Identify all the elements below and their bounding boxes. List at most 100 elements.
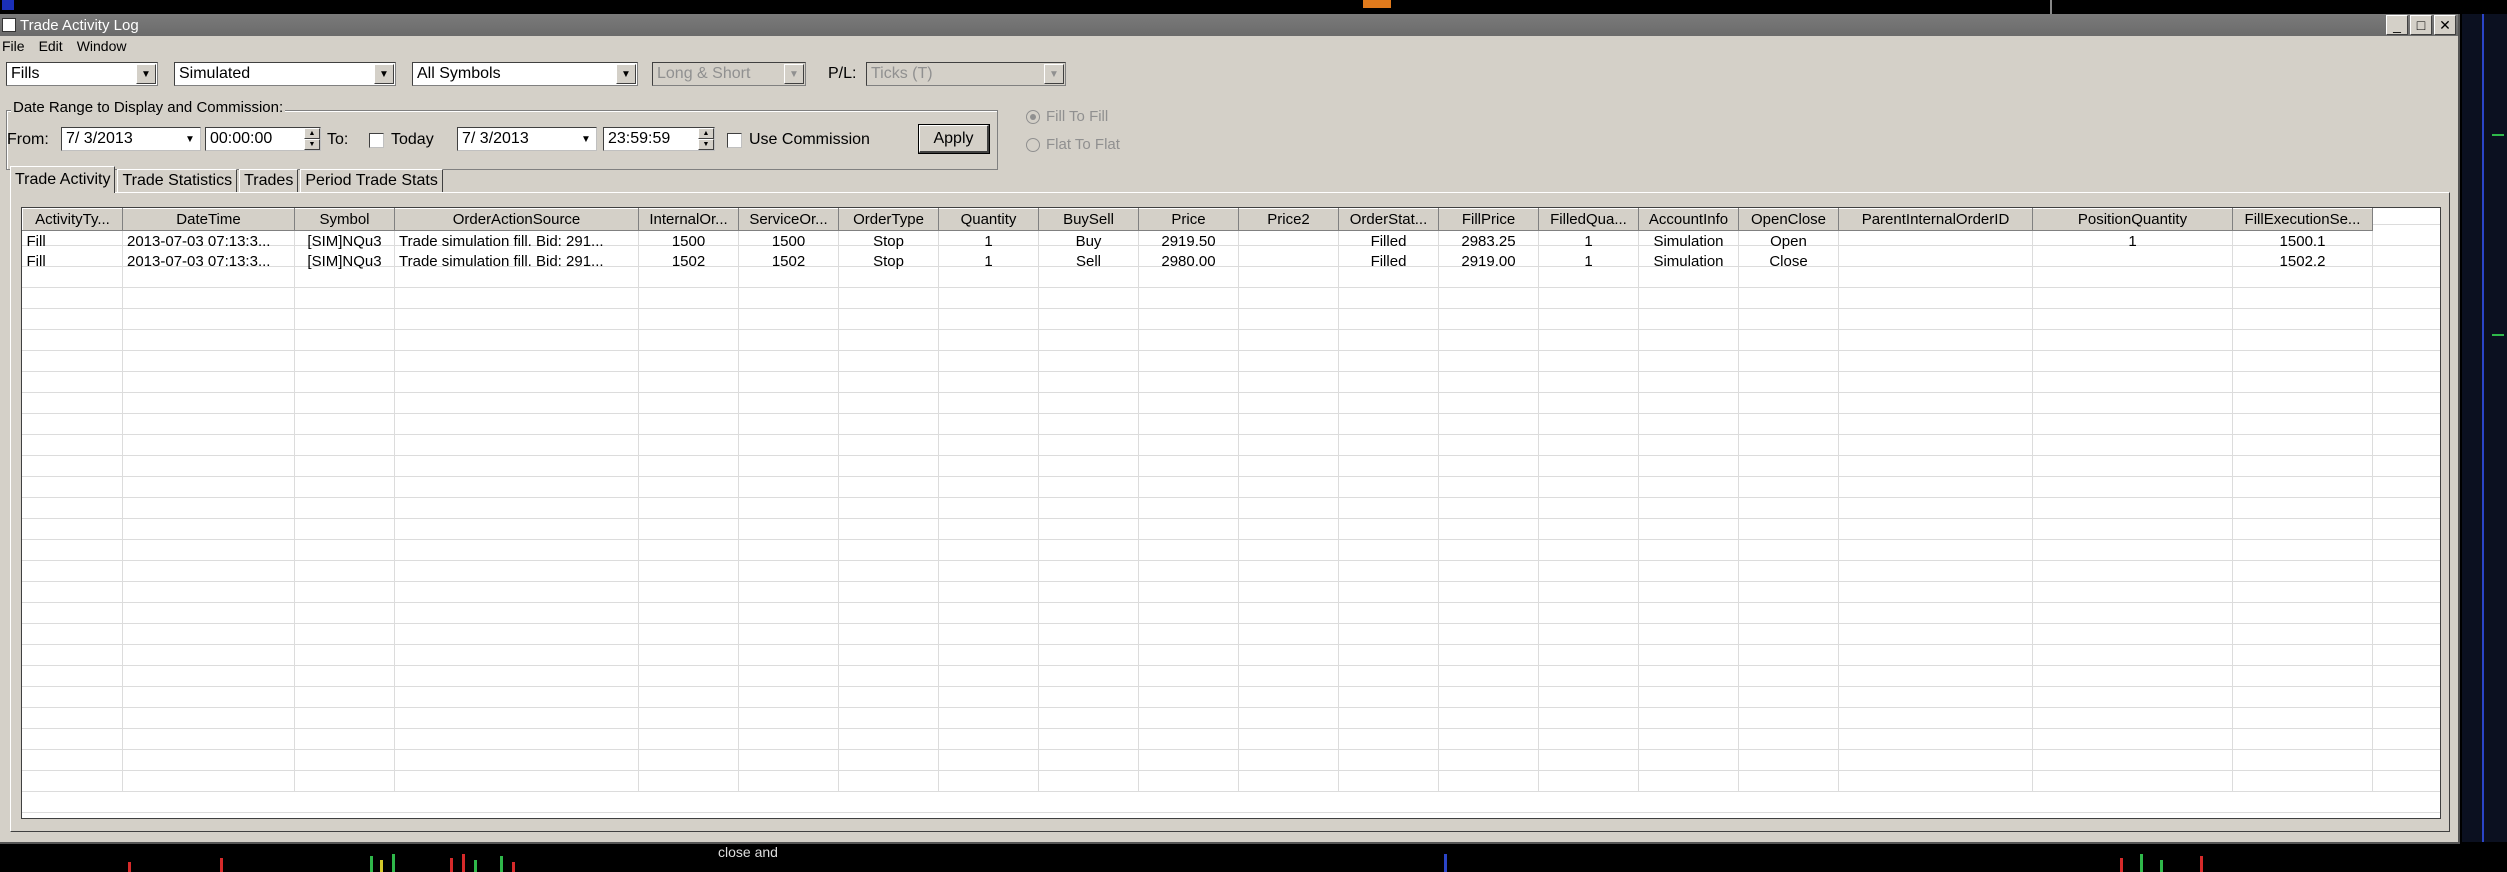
table-cell xyxy=(1238,611,1339,631)
table-cell xyxy=(1338,331,1439,351)
column-header[interactable]: AccountInfo xyxy=(1638,208,1739,231)
table-cell xyxy=(1638,371,1739,391)
tab-trades[interactable]: Trades xyxy=(239,169,299,192)
table-cell xyxy=(2032,671,2233,691)
column-header[interactable]: OrderStat... xyxy=(1338,208,1439,231)
use-commission-checkbox[interactable] xyxy=(727,133,742,148)
chart-bar xyxy=(2200,856,2203,872)
table-cell xyxy=(738,751,839,771)
table-cell xyxy=(1838,431,2033,451)
table-cell xyxy=(294,311,395,331)
table-row[interactable]: Fill 2013-07-03 07:13:3... [SIM]NQu3 Trade … xyxy=(22,230,2373,251)
column-header[interactable]: ParentInternalOrderID xyxy=(1838,208,2033,231)
apply-button[interactable]: Apply xyxy=(918,124,990,154)
column-header[interactable]: DateTime xyxy=(122,208,295,231)
table-cell xyxy=(1838,631,2033,651)
chevron-down-icon[interactable]: ▼ xyxy=(577,129,595,149)
activity-type-select[interactable]: Fills ▼ xyxy=(6,62,158,86)
table-cell xyxy=(1538,471,1639,491)
menu-window[interactable]: Window xyxy=(75,38,135,54)
table-cell xyxy=(1238,671,1339,691)
table-cell xyxy=(2032,771,2233,791)
menu-file[interactable]: File xyxy=(0,38,33,54)
table-cell xyxy=(1538,291,1639,311)
to-time-field[interactable]: 23:59:59 ▲ ▼ xyxy=(603,127,715,151)
table-cell xyxy=(738,551,839,571)
table-cell xyxy=(2032,431,2233,451)
pl-label: P/L: xyxy=(828,65,857,82)
close-button[interactable]: ✕ xyxy=(2434,15,2456,35)
table-cell xyxy=(1338,651,1439,671)
table-cell xyxy=(122,711,295,731)
column-header[interactable]: Quantity xyxy=(938,208,1039,231)
column-header[interactable]: ActivityTy... xyxy=(22,208,123,231)
table-cell xyxy=(2232,471,2373,491)
table-cell xyxy=(1738,311,1839,331)
table-cell xyxy=(638,311,739,331)
table-cell xyxy=(1338,511,1439,531)
menu-edit[interactable]: Edit xyxy=(37,38,71,54)
table-cell xyxy=(738,611,839,631)
table-cell xyxy=(1138,751,1239,771)
table-cell xyxy=(1838,771,2033,791)
table-cell xyxy=(394,271,639,291)
column-header[interactable]: OrderType xyxy=(838,208,939,231)
minimize-button[interactable]: _ xyxy=(2386,15,2408,35)
table-cell xyxy=(1138,671,1239,691)
from-date-picker[interactable]: 7/ 3/2013 ▼ xyxy=(61,127,201,151)
column-header[interactable]: ServiceOr... xyxy=(738,208,839,231)
column-header[interactable]: OpenClose xyxy=(1738,208,1839,231)
table-cell xyxy=(394,571,639,591)
column-header[interactable]: BuySell xyxy=(1038,208,1139,231)
table-cell xyxy=(738,471,839,491)
column-header[interactable]: OrderActionSource xyxy=(394,208,639,231)
to-time-spinner[interactable]: ▲ ▼ xyxy=(698,128,714,150)
maximize-button[interactable]: □ xyxy=(2410,15,2432,35)
symbols-select[interactable]: All Symbols ▼ xyxy=(412,62,638,86)
table-cell xyxy=(1138,551,1239,571)
column-header[interactable]: Price xyxy=(1138,208,1239,231)
table-cell xyxy=(1338,471,1439,491)
chevron-down-icon[interactable]: ▼ xyxy=(181,129,199,149)
chevron-down-icon[interactable]: ▼ xyxy=(616,64,636,84)
column-header[interactable]: FilledQua... xyxy=(1538,208,1639,231)
column-header[interactable]: Price2 xyxy=(1238,208,1339,231)
column-header[interactable]: InternalOr... xyxy=(638,208,739,231)
table-cell: 2013-07-03 07:13:3... xyxy=(122,251,295,271)
from-time-spinner[interactable]: ▲ ▼ xyxy=(304,128,320,150)
table-cell xyxy=(1338,291,1439,311)
app-icon xyxy=(2,18,16,32)
table-cell xyxy=(1438,731,1539,751)
title-bar[interactable]: Trade Activity Log _ □ ✕ xyxy=(0,14,2458,36)
from-time-field[interactable]: 00:00:00 ▲ ▼ xyxy=(205,127,321,151)
table-cell xyxy=(638,491,739,511)
column-header[interactable]: Symbol xyxy=(294,208,395,231)
table-cell xyxy=(2032,611,2233,631)
table-cell xyxy=(2032,651,2233,671)
mode-select[interactable]: Simulated ▼ xyxy=(174,62,396,86)
column-header[interactable]: PositionQuantity xyxy=(2032,208,2233,231)
table-cell xyxy=(22,651,123,671)
table-cell xyxy=(122,751,295,771)
chart-bar xyxy=(220,858,223,872)
column-header[interactable]: FillPrice xyxy=(1438,208,1539,231)
table-cell xyxy=(838,591,939,611)
table-cell xyxy=(1538,351,1639,371)
table-cell xyxy=(1538,571,1639,591)
table-cell xyxy=(1838,411,2033,431)
column-header[interactable]: FillExecutionSe... xyxy=(2232,208,2373,231)
chevron-down-icon[interactable]: ▼ xyxy=(374,64,394,84)
today-checkbox[interactable] xyxy=(369,133,384,148)
table-cell xyxy=(1538,771,1639,791)
tab-trade-activity[interactable]: Trade Activity xyxy=(10,166,116,193)
to-date-picker[interactable]: 7/ 3/2013 ▼ xyxy=(457,127,597,151)
table-cell xyxy=(1838,731,2033,751)
table-cell xyxy=(1638,331,1739,351)
table-row[interactable]: Fill 2013-07-03 07:13:3... [SIM]NQu3 Trade … xyxy=(22,251,2373,271)
table-cell xyxy=(2232,611,2373,631)
chevron-down-icon[interactable]: ▼ xyxy=(136,64,156,84)
table-cell xyxy=(1138,371,1239,391)
tab-period-trade-stats[interactable]: Period Trade Stats xyxy=(300,169,443,192)
trade-activity-grid[interactable]: ActivityTy... DateTime Symbol OrderActionSo… xyxy=(21,207,2441,819)
tab-trade-statistics[interactable]: Trade Statistics xyxy=(117,169,238,192)
